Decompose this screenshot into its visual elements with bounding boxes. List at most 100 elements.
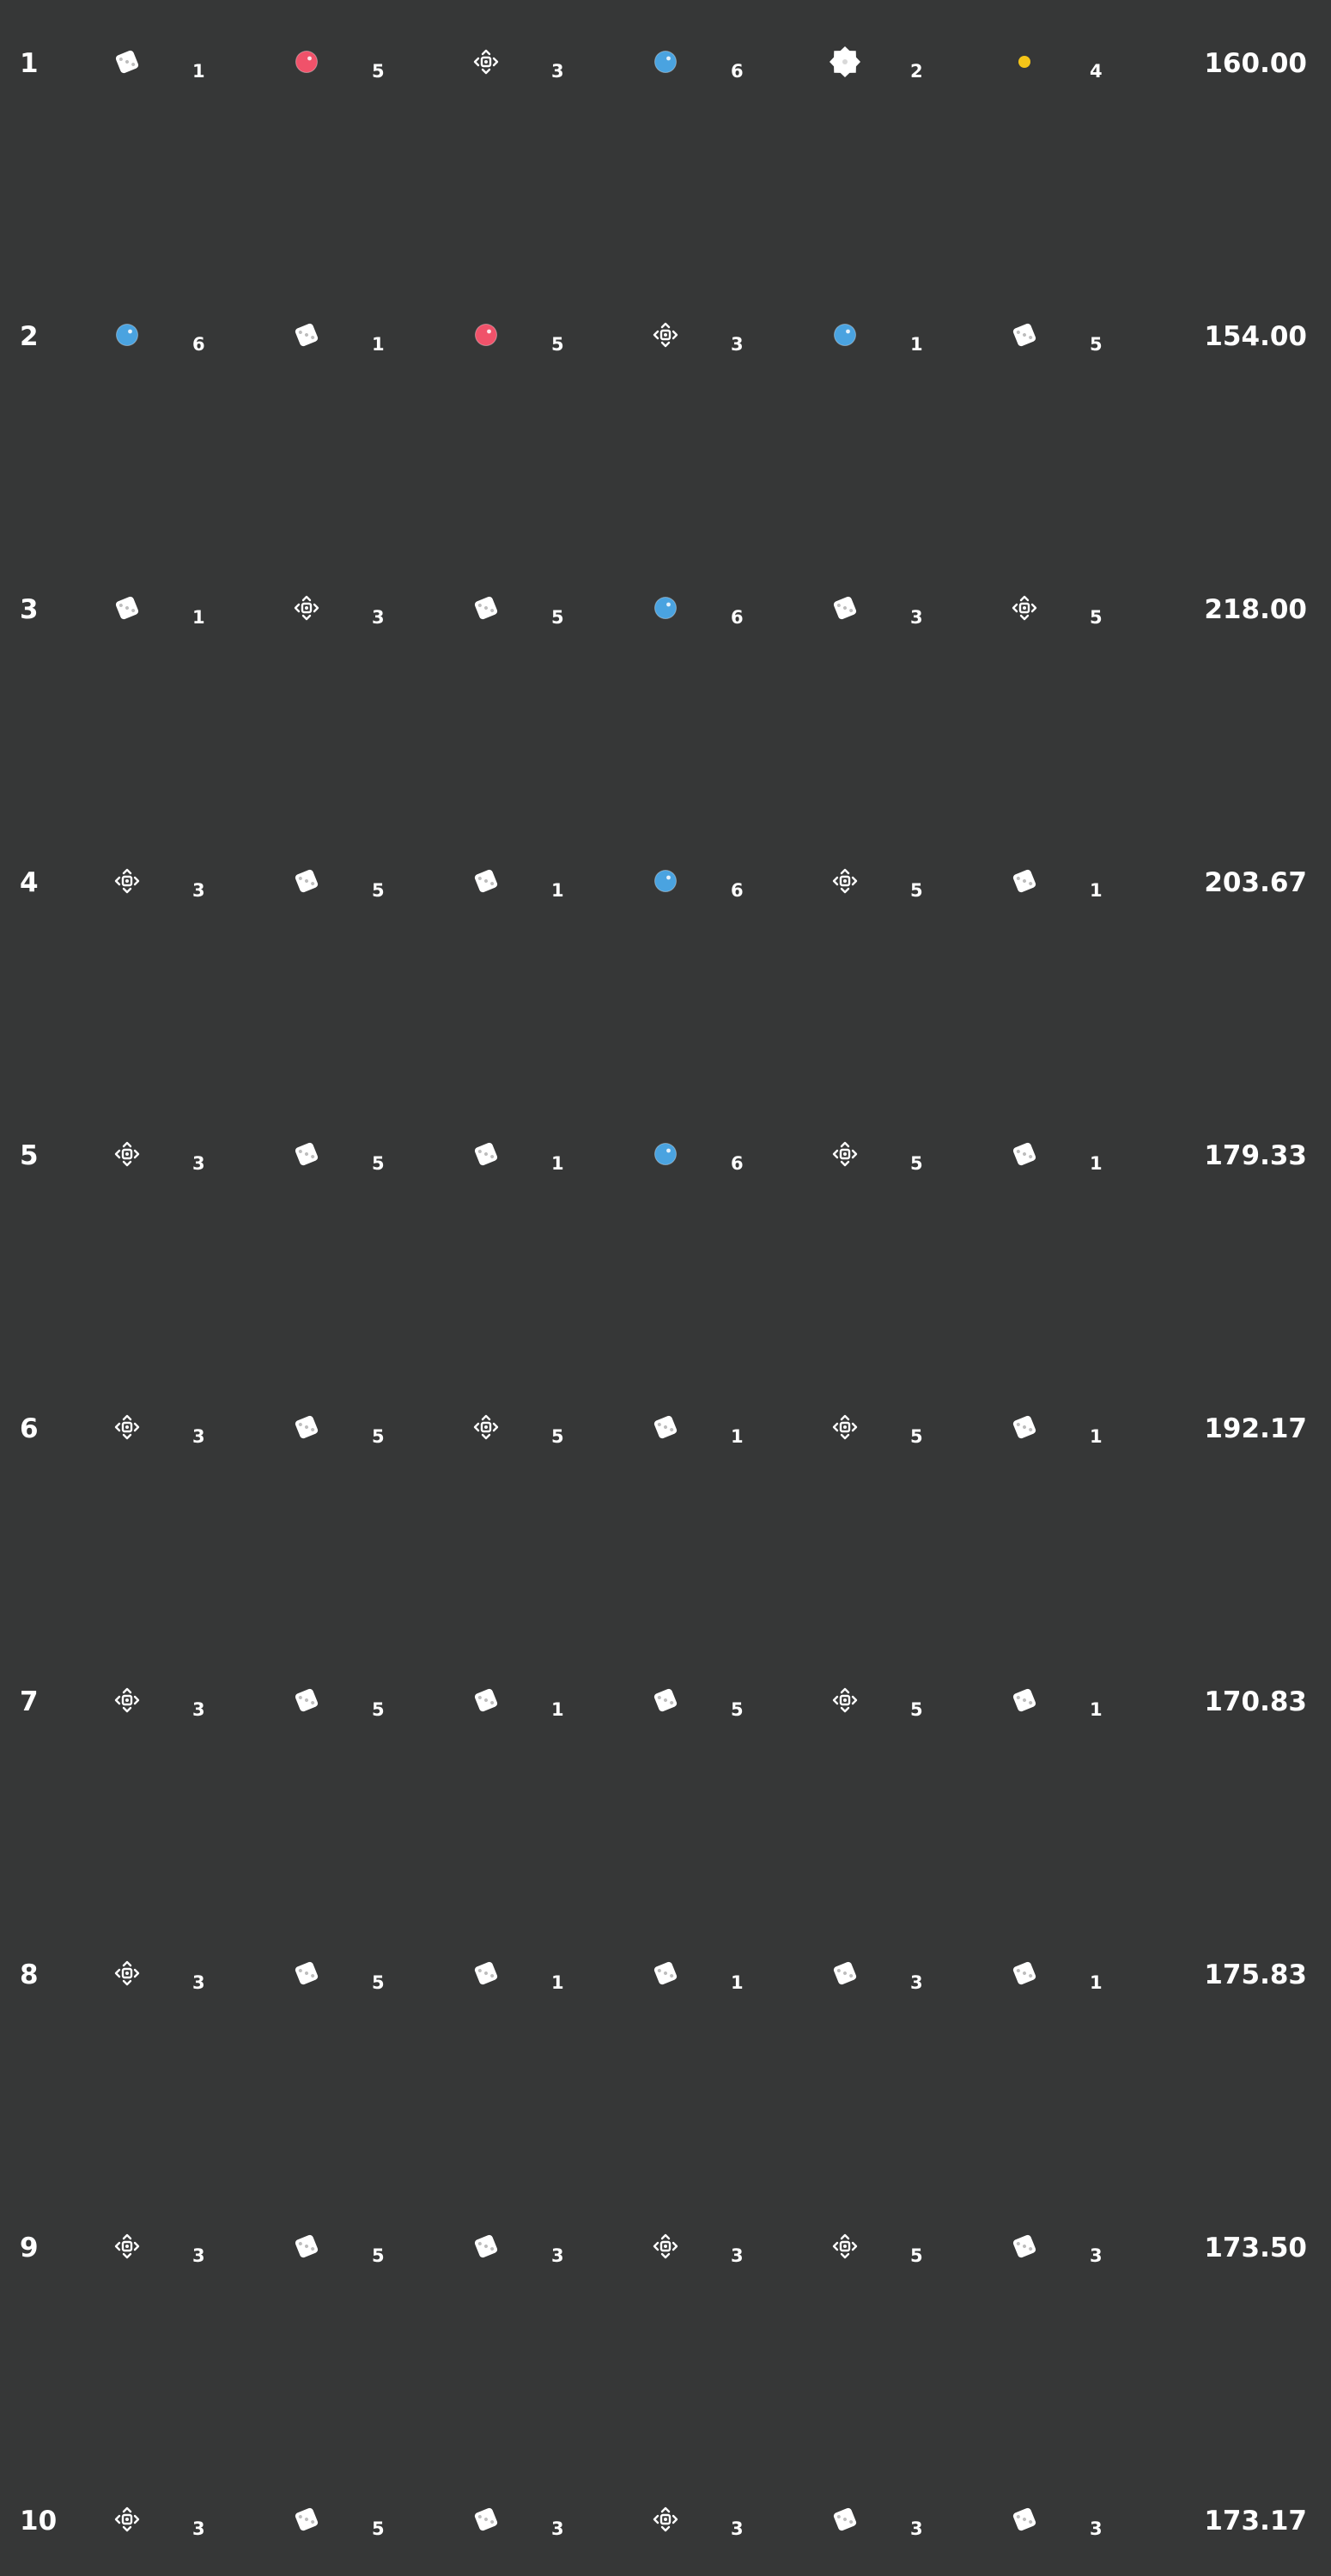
item-count: 3 <box>192 1153 205 1174</box>
result-row: 7 3 5 1 5 5 1 170.83 <box>0 1638 1331 1720</box>
rank-number: 4 <box>20 867 39 898</box>
item-count: 5 <box>1090 334 1103 355</box>
item-count: 1 <box>192 61 205 82</box>
blue-orb-icon <box>648 864 683 898</box>
item-count: 3 <box>551 61 564 82</box>
item-slot: 3 <box>110 2502 282 2545</box>
item-count: 1 <box>551 1153 564 1174</box>
item-slot: 3 <box>648 2229 820 2272</box>
item-slot: 6 <box>648 864 820 907</box>
item-slot: 3 <box>110 864 282 907</box>
item-slot: 3 <box>648 318 820 361</box>
item-count: 6 <box>731 880 744 901</box>
item-count: 1 <box>1090 1153 1103 1174</box>
item-slot: 6 <box>648 1137 820 1180</box>
item-count: 3 <box>551 2245 564 2266</box>
white-die-icon <box>289 1956 324 1990</box>
white-die-icon <box>110 591 144 625</box>
result-row: 3 1 3 5 6 3 5 218.00 <box>0 546 1331 628</box>
item-count: 6 <box>731 1153 744 1174</box>
item-count: 6 <box>192 334 205 355</box>
item-count: 3 <box>910 2518 923 2539</box>
item-slot: 5 <box>648 1683 820 1726</box>
white-die-icon <box>1007 318 1042 352</box>
white-die-icon <box>289 318 324 352</box>
item-slot: 5 <box>1007 318 1179 361</box>
white-die-icon <box>1007 1683 1042 1717</box>
white-die-icon <box>469 864 503 898</box>
white-die-icon <box>828 591 862 625</box>
white-die-icon <box>1007 2229 1042 2263</box>
item-count: 3 <box>192 880 205 901</box>
item-slot: 3 <box>110 1137 282 1180</box>
white-die-icon <box>469 1137 503 1171</box>
item-slot: 3 <box>1007 2502 1179 2545</box>
item-count: 3 <box>372 607 385 628</box>
white-die-icon <box>469 1683 503 1717</box>
item-count: 5 <box>910 1153 923 1174</box>
item-count: 3 <box>910 607 923 628</box>
rank-number: 1 <box>20 48 39 79</box>
move-arrows-icon <box>469 45 503 79</box>
red-orb-icon <box>469 318 503 352</box>
item-slot: 3 <box>289 591 461 634</box>
yellow-dot-icon <box>1007 45 1042 79</box>
move-arrows-icon <box>110 2502 144 2537</box>
blue-orb-icon <box>648 45 683 79</box>
row-score: 179.33 <box>1204 1140 1307 1171</box>
item-count: 1 <box>1090 880 1103 901</box>
item-slot: 5 <box>469 318 641 361</box>
item-slot: 3 <box>828 2502 1000 2545</box>
item-count: 3 <box>731 2245 744 2266</box>
item-slot: 1 <box>469 1956 641 1999</box>
row-score: 160.00 <box>1204 48 1307 79</box>
item-slot: 1 <box>469 1683 641 1726</box>
item-count: 1 <box>551 1972 564 1993</box>
item-slot: 3 <box>469 45 641 88</box>
white-die-icon <box>289 1137 324 1171</box>
move-arrows-icon <box>110 1956 144 1990</box>
row-score: 203.67 <box>1204 867 1307 898</box>
item-slot: 5 <box>289 2229 461 2272</box>
rank-number: 5 <box>20 1140 39 1171</box>
item-slot: 3 <box>469 2229 641 2272</box>
item-count: 3 <box>1090 2518 1103 2539</box>
item-count: 5 <box>372 1699 385 1720</box>
item-count: 5 <box>551 334 564 355</box>
result-row: 2 6 1 5 3 1 5 154.00 <box>0 273 1331 355</box>
item-count: 5 <box>372 1972 385 1993</box>
white-die-icon <box>1007 1956 1042 1990</box>
item-slot: 5 <box>289 2502 461 2545</box>
move-arrows-icon <box>828 2229 862 2263</box>
move-arrows-icon <box>648 2229 683 2263</box>
blue-orb-icon <box>648 591 683 625</box>
red-orb-icon <box>289 45 324 79</box>
white-die-icon <box>828 1956 862 1990</box>
blue-orb-icon <box>110 318 144 352</box>
item-slot: 5 <box>828 1410 1000 1453</box>
item-count: 5 <box>372 2245 385 2266</box>
move-arrows-icon <box>289 591 324 625</box>
item-count: 6 <box>731 61 744 82</box>
item-slot: 1 <box>469 1137 641 1180</box>
row-score: 192.17 <box>1204 1413 1307 1444</box>
item-count: 1 <box>1090 1426 1103 1447</box>
item-slot: 1 <box>289 318 461 361</box>
rank-number: 6 <box>20 1413 39 1444</box>
item-count: 1 <box>372 334 385 355</box>
item-slot: 3 <box>469 2502 641 2545</box>
item-slot: 5 <box>828 864 1000 907</box>
item-count: 5 <box>372 1153 385 1174</box>
move-arrows-icon <box>110 2229 144 2263</box>
result-row: 5 3 5 1 6 5 1 179.33 <box>0 1092 1331 1174</box>
rank-number: 2 <box>20 321 39 352</box>
row-score: 173.50 <box>1204 2233 1307 2263</box>
move-arrows-icon <box>110 864 144 898</box>
item-slot: 1 <box>648 1956 820 1999</box>
move-arrows-icon <box>110 1683 144 1717</box>
item-slot: 1 <box>1007 1956 1179 1999</box>
item-count: 6 <box>731 607 744 628</box>
move-arrows-icon <box>828 1410 862 1444</box>
item-count: 5 <box>910 2245 923 2266</box>
results-list: 1 1 5 3 6 2 4 160.00 2 6 1 5 3 1 5 154.0… <box>0 0 1331 2576</box>
